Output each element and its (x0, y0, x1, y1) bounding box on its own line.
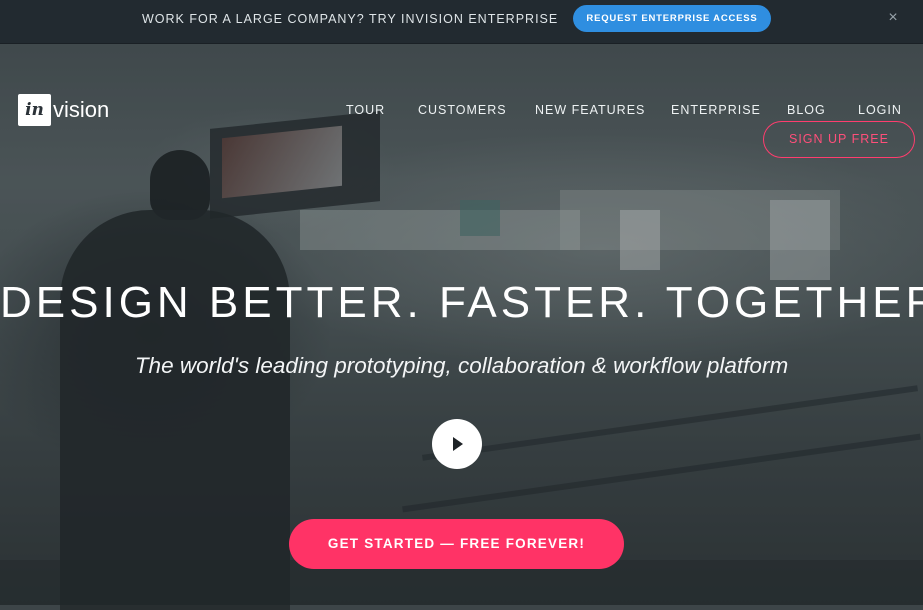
hero-headline: DESIGN BETTER. FASTER. TOGETHER. (0, 278, 923, 327)
nav-item-tour[interactable]: TOUR (346, 103, 385, 117)
nav-item-new-features[interactable]: NEW FEATURES (535, 103, 645, 117)
nav-item-customers[interactable]: CUSTOMERS (418, 103, 507, 117)
logo-badge: in (18, 94, 51, 126)
close-icon[interactable]: × (884, 9, 902, 27)
nav-item-blog[interactable]: BLOG (787, 103, 826, 117)
sign-up-free-button[interactable]: SIGN UP FREE (763, 121, 915, 158)
nav-item-login[interactable]: LOGIN (858, 103, 902, 117)
play-video-button[interactable] (432, 419, 482, 469)
hero-subheadline: The world's leading prototyping, collabo… (134, 353, 789, 378)
nav-item-enterprise[interactable]: ENTERPRISE (671, 103, 761, 117)
play-icon (453, 437, 463, 451)
get-started-button[interactable]: GET STARTED — FREE FOREVER! (289, 519, 624, 569)
logo-wordmark: vision (53, 97, 110, 122)
announcement-text: WORK FOR A LARGE COMPANY? TRY INVISION E… (142, 12, 559, 26)
announcement-bar: WORK FOR A LARGE COMPANY? TRY INVISION E… (0, 0, 923, 44)
request-enterprise-access-button[interactable]: REQUEST ENTERPRISE ACCESS (573, 5, 771, 32)
